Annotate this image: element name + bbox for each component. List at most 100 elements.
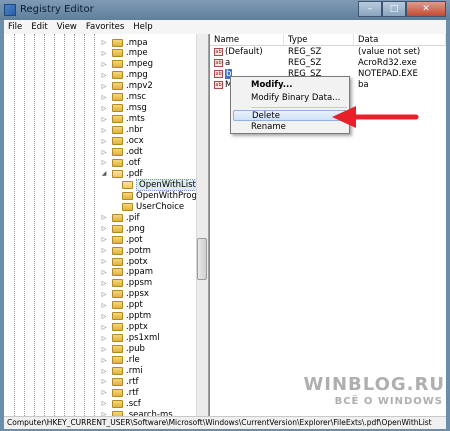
close-button[interactable]: ✕ <box>406 1 446 17</box>
tree-item[interactable]: UserChoice <box>110 201 184 212</box>
values-column-header: Name Type Data <box>210 34 446 46</box>
folder-icon <box>112 367 123 375</box>
tree-item[interactable]: ▷ .ppam <box>100 267 153 278</box>
open-folder-icon <box>122 180 133 189</box>
folder-icon <box>112 71 123 80</box>
tree-item[interactable]: ▷ .search-ms <box>100 409 173 416</box>
tree-item[interactable]: ▷ .pif <box>100 212 140 223</box>
expand-arrow-icon[interactable]: ▷ <box>100 138 108 145</box>
tree-item[interactable]: ▷ .mpv2 <box>100 81 153 92</box>
tree-item[interactable]: ▷ .ps1xml <box>100 333 160 344</box>
expand-arrow-icon[interactable]: ▷ <box>100 258 108 265</box>
tree-item[interactable]: ▷ .mpg <box>100 70 148 81</box>
expand-arrow-icon[interactable]: ▷ <box>100 61 108 68</box>
tree-item[interactable]: ▷ .ppt <box>100 300 143 311</box>
tree-item[interactable]: ▷ .potx <box>100 256 148 267</box>
folder-icon <box>112 82 123 91</box>
tree-item[interactable]: ▷ .rmi <box>100 366 143 377</box>
expand-arrow-icon[interactable]: ▷ <box>100 389 108 396</box>
menu-edit[interactable]: Edit <box>31 22 47 32</box>
tree-item-label: .rtf <box>126 376 139 387</box>
tree-item-label: .msc <box>126 92 147 103</box>
column-name[interactable]: Name <box>210 34 284 45</box>
menu-modify[interactable]: Modify... <box>233 80 347 91</box>
tree-item[interactable]: ▷ .mts <box>100 114 145 125</box>
expand-arrow-icon[interactable]: ▷ <box>100 291 108 298</box>
tree-item[interactable]: ▷ .otf <box>100 157 141 168</box>
tree-item[interactable]: ▷ .ocx <box>100 136 144 147</box>
folder-icon <box>112 224 123 233</box>
folder-icon <box>112 323 123 332</box>
tree-item[interactable]: ▷ .rle <box>100 355 140 366</box>
registry-key-tree[interactable]: ▷ .mpa ▷ .mpe ▷ .mpeg ▷ .mpg ▷ .mpv2 ▷ .msc ▷ .msg ▷ .m… <box>4 34 209 416</box>
expand-arrow-icon[interactable]: ▷ <box>100 83 108 90</box>
tree-item[interactable]: ▷ .mpa <box>100 37 148 48</box>
expand-arrow-icon[interactable]: ▷ <box>100 247 108 254</box>
tree-item-label: .mpv2 <box>126 81 153 92</box>
column-data[interactable]: Data <box>354 34 446 45</box>
tree-item[interactable]: ▷ .mpe <box>100 48 148 59</box>
tree-item-label: UserChoice <box>136 201 185 212</box>
tree-item[interactable]: ▷ .msc <box>100 92 146 103</box>
tree-item[interactable]: ▷ .msg <box>100 103 147 114</box>
tree-item-label: .ppsm <box>126 278 153 289</box>
expand-arrow-icon[interactable]: ▷ <box>100 149 108 156</box>
menu-favorites[interactable]: Favorites <box>86 22 124 32</box>
tree-item[interactable]: ▷ .potm <box>100 245 151 256</box>
menu-file[interactable]: File <box>8 22 22 32</box>
tree-item[interactable]: ▷ .scf <box>100 398 141 409</box>
expand-arrow-icon[interactable]: ▷ <box>100 39 108 46</box>
tree-scrollbar-thumb[interactable] <box>197 238 207 280</box>
expand-arrow-icon[interactable]: ▷ <box>100 324 108 331</box>
expand-arrow-icon[interactable]: ▷ <box>100 50 108 57</box>
menu-view[interactable]: View <box>57 22 77 32</box>
expand-arrow-icon[interactable]: ▷ <box>100 313 108 320</box>
tree-item[interactable]: ▷ .pptm <box>100 311 151 322</box>
minimize-button[interactable]: – <box>358 1 382 17</box>
tree-item[interactable]: ▷ .ppsm <box>100 278 153 289</box>
tree-item-label: .pif <box>126 212 140 223</box>
expand-arrow-icon[interactable]: ▷ <box>100 335 108 342</box>
expand-arrow-icon[interactable]: ▷ <box>100 236 108 243</box>
expand-arrow-icon[interactable]: ▷ <box>100 400 108 407</box>
value-row[interactable]: ab a REG_SZ AcroRd32.exe <box>210 58 446 68</box>
expand-arrow-icon[interactable]: ▷ <box>100 159 108 166</box>
expand-arrow-icon[interactable]: ▷ <box>100 116 108 123</box>
tree-item[interactable]: ▷ .pot <box>100 234 143 245</box>
maximize-button[interactable]: □ <box>382 1 406 17</box>
expand-arrow-icon[interactable]: ▷ <box>100 127 108 134</box>
expand-arrow-icon[interactable]: ▷ <box>100 269 108 276</box>
expand-arrow-icon[interactable]: ▷ <box>100 225 108 232</box>
expand-arrow-icon[interactable]: ▷ <box>100 214 108 221</box>
tree-item[interactable]: OpenWithList <box>110 178 199 191</box>
collapse-arrow-icon[interactable]: ◢ <box>100 170 108 177</box>
expand-arrow-icon[interactable]: ▷ <box>100 302 108 309</box>
expand-arrow-icon[interactable]: ▷ <box>100 94 108 101</box>
tree-item[interactable]: ▷ .ppsx <box>100 289 149 300</box>
tree-item[interactable]: ▷ .nbr <box>100 125 143 136</box>
expand-arrow-icon[interactable]: ▷ <box>100 280 108 287</box>
tree-item[interactable]: ▷ .odt <box>100 147 143 158</box>
column-type[interactable]: Type <box>284 34 354 45</box>
expand-arrow-icon[interactable]: ▷ <box>100 368 108 375</box>
expand-arrow-icon[interactable]: ▷ <box>100 357 108 364</box>
tree-item[interactable]: ▷ .pptx <box>100 322 148 333</box>
title-bar[interactable]: Registry Editor – □ ✕ <box>0 0 450 20</box>
expand-arrow-icon[interactable]: ▷ <box>100 378 108 385</box>
tree-item[interactable]: ◢ .pdf <box>100 168 143 179</box>
tree-item[interactable]: OpenWithProgids <box>110 190 208 201</box>
menu-help[interactable]: Help <box>133 22 152 32</box>
tree-item-label: .mpeg <box>126 59 154 70</box>
tree-item[interactable]: ▷ .pub <box>100 344 145 355</box>
tree-item-label: .mpe <box>126 48 148 59</box>
tree-scrollbar[interactable] <box>196 34 208 416</box>
tree-item[interactable]: ▷ .mpeg <box>100 59 153 70</box>
tree-item[interactable]: ▷ .png <box>100 223 145 234</box>
expand-arrow-icon[interactable]: ▷ <box>100 346 108 353</box>
tree-item[interactable]: ▷ .rtf <box>100 376 139 387</box>
expand-arrow-icon[interactable]: ▷ <box>100 72 108 79</box>
expand-arrow-icon[interactable]: ▷ <box>100 105 108 112</box>
value-row[interactable]: ab (Default) REG_SZ (value not set) <box>210 47 446 57</box>
folder-icon <box>112 115 123 124</box>
tree-item[interactable]: ▷ .rtf <box>100 387 139 398</box>
